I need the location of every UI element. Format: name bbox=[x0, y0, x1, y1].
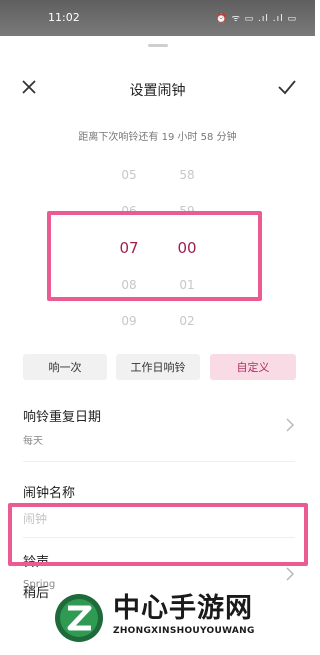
repeat-days-value: 每天 bbox=[23, 436, 43, 447]
site-watermark: 中心手游网 ZHONGXINSHOUYOUWANG bbox=[53, 592, 315, 652]
ringtone-highlight bbox=[8, 503, 308, 566]
status-icons: ⏰ ᯤ ▭ .ıl .ıl ▭ bbox=[215, 14, 297, 24]
watermark-subtitle: ZHONGXINSHOUYOUWANG bbox=[113, 626, 255, 636]
repeat-custom-button[interactable]: 自定义 bbox=[210, 354, 296, 380]
dialog-title: 设置闹钟 bbox=[129, 83, 186, 99]
chevron-right-icon bbox=[286, 567, 294, 581]
repeat-workday-button[interactable]: 工作日响铃 bbox=[116, 354, 200, 380]
hour-option[interactable]: 05 bbox=[109, 168, 149, 182]
watermark-logo-icon bbox=[55, 594, 103, 642]
alarm-name-label: 闹钟名称 bbox=[23, 486, 76, 501]
hour-option[interactable]: 09 bbox=[109, 314, 149, 328]
watermark-brand: 中心手游网 bbox=[113, 593, 253, 624]
divider bbox=[23, 461, 295, 462]
repeat-once-button[interactable]: 响一次 bbox=[23, 354, 107, 380]
status-time: 11:02 bbox=[48, 11, 80, 24]
next-ring-countdown: 距离下次响铃还有 19 小时 58 分钟 bbox=[78, 132, 237, 143]
drag-handle[interactable] bbox=[148, 44, 168, 47]
time-picker-highlight bbox=[47, 211, 262, 301]
minute-option[interactable]: 58 bbox=[167, 168, 207, 182]
repeat-days-label: 响铃重复日期 bbox=[23, 410, 102, 425]
status-bar: 11:02 ⏰ ᯤ ▭ .ıl .ıl ▭ bbox=[0, 0, 315, 36]
chevron-right-icon bbox=[286, 418, 294, 432]
minute-option[interactable]: 02 bbox=[167, 314, 207, 328]
alarm-sheet: 设置闹钟 距离下次响铃还有 19 小时 58 分钟 05 06 07 08 09… bbox=[0, 36, 315, 655]
snooze-label[interactable]: 稍后 bbox=[23, 582, 49, 601]
confirm-check-icon[interactable] bbox=[277, 78, 297, 96]
